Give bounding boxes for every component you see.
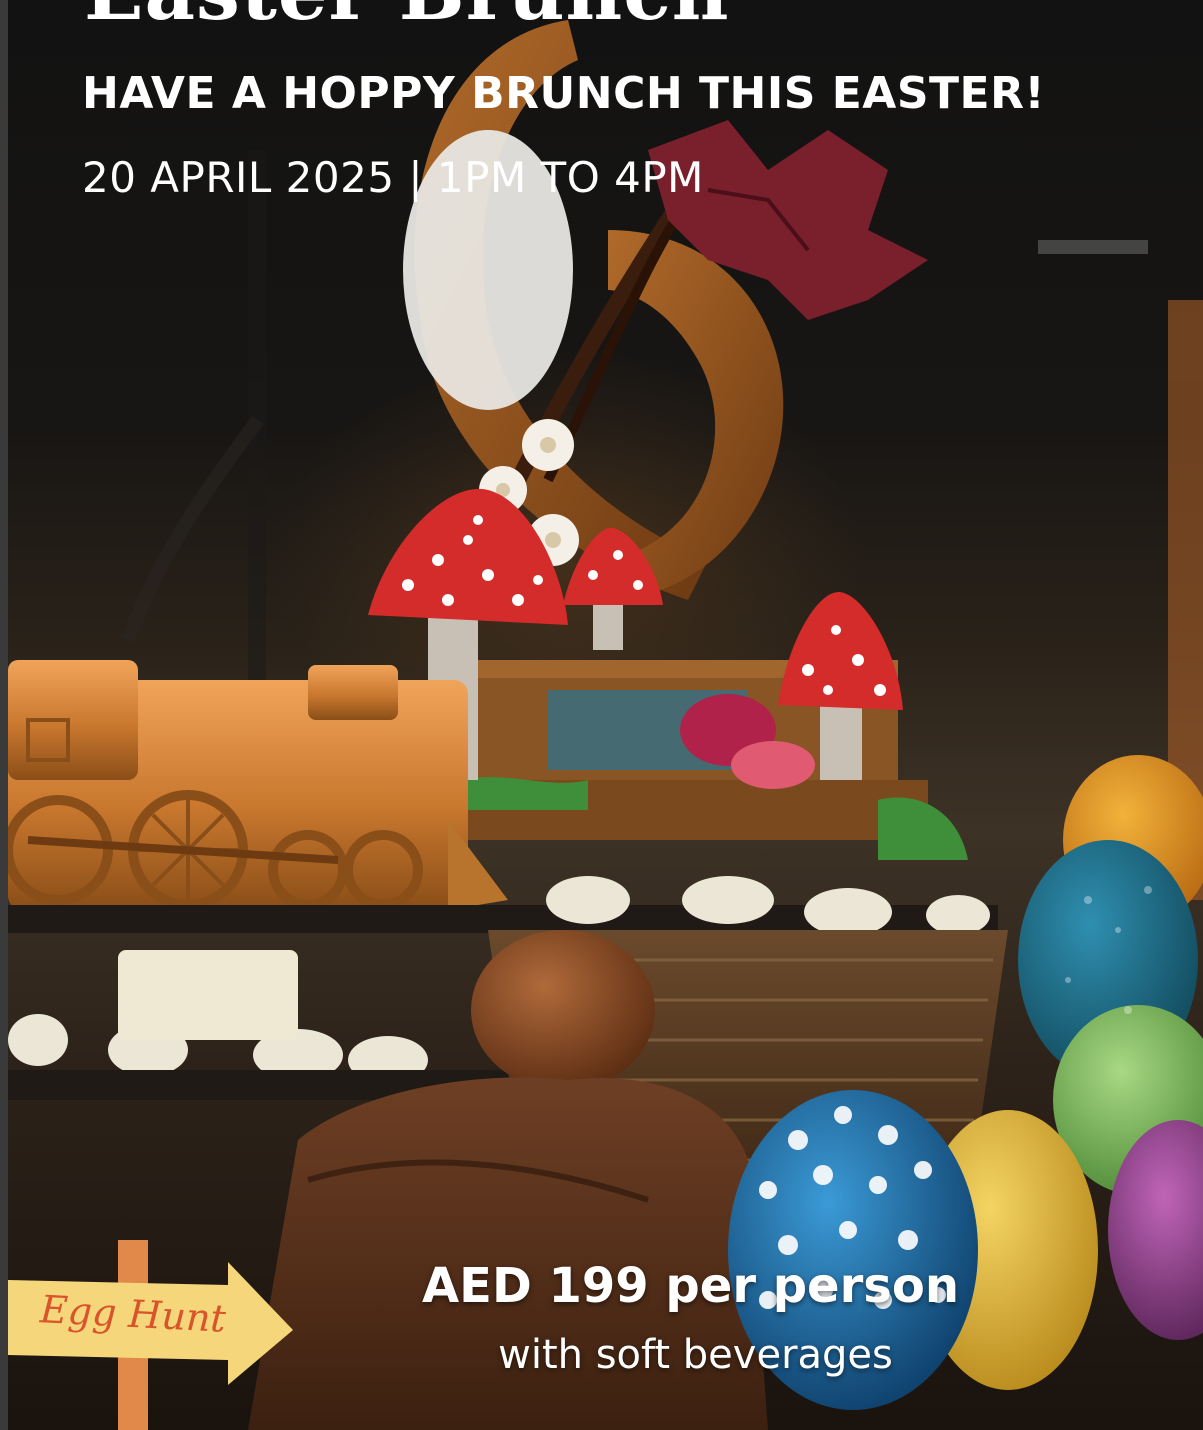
headline: Easter Brunch — [84, 0, 729, 32]
left-edge-bar — [0, 0, 8, 1430]
price: AED 199 per person — [422, 1258, 959, 1314]
brunch-photo — [8, 20, 1203, 1430]
subtitle: HAVE A HOPPY BRUNCH THIS EASTER! — [82, 68, 1046, 119]
chocolate-train — [8, 660, 508, 910]
price-note: with soft beverages — [498, 1332, 893, 1378]
event-date-time: 20 APRIL 2025 | 1PM TO 4PM — [82, 153, 704, 202]
easter-brunch-poster: Easter Brunch HAVE A HOPPY BRUNCH THIS E… — [8, 0, 1203, 1430]
